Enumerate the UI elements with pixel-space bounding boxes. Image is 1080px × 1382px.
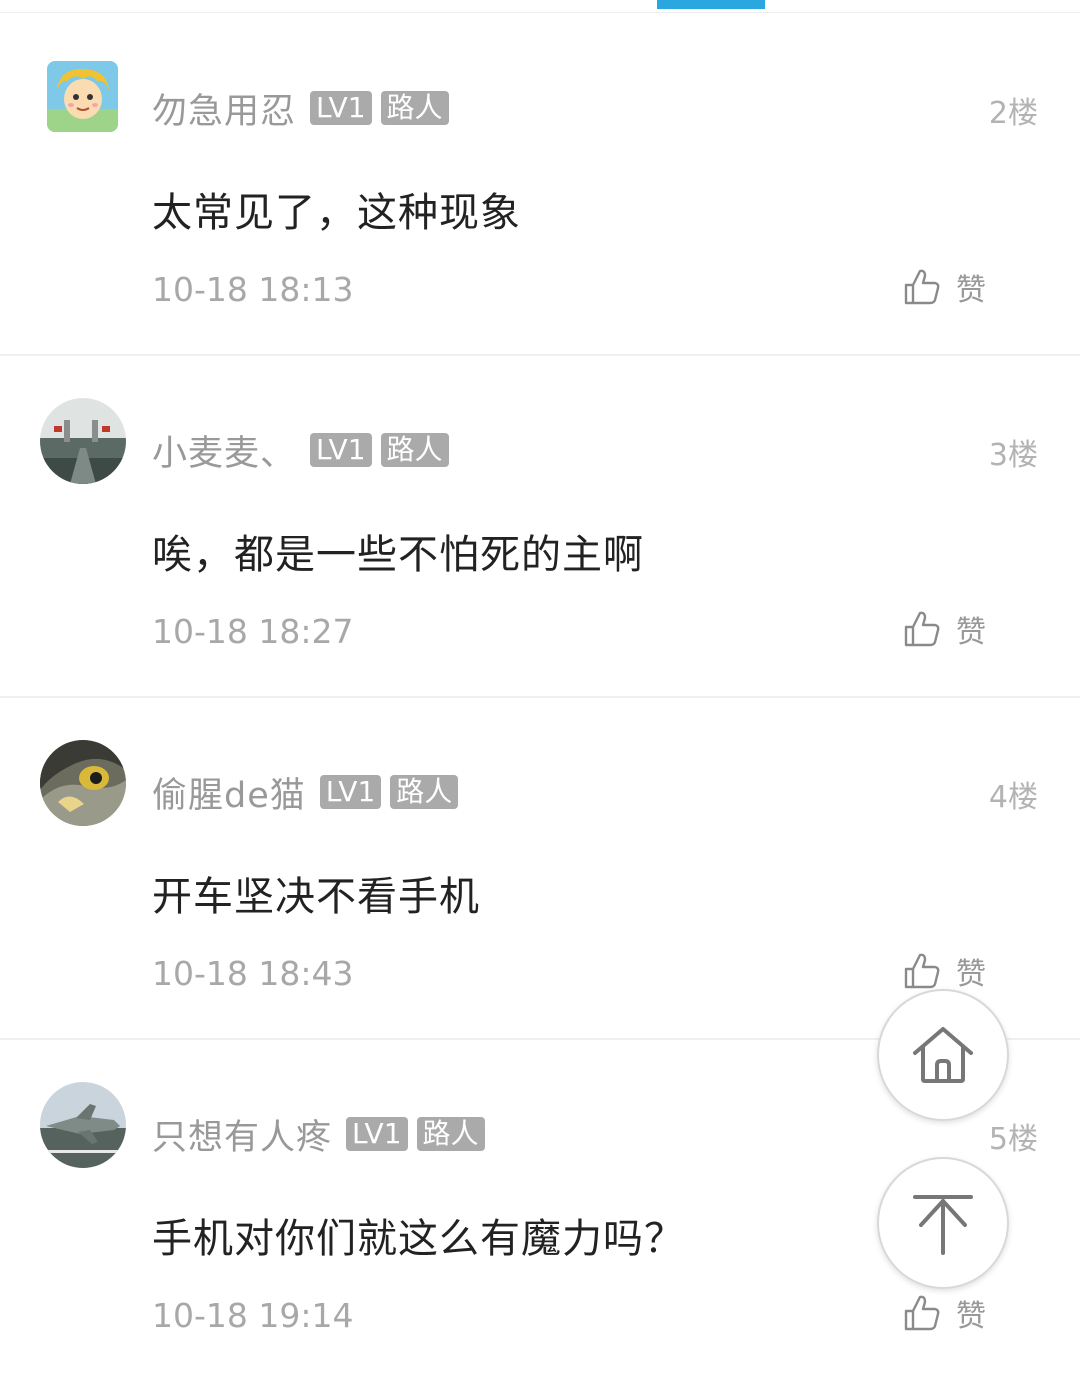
user-line: 勿急用忍 LV1 路人: [152, 88, 458, 132]
level-badge: LV1: [319, 775, 382, 809]
cartoon-face-avatar-icon: [47, 61, 118, 132]
like-label: 赞: [956, 615, 986, 650]
like-button[interactable]: 赞: [902, 1290, 986, 1336]
username[interactable]: 勿急用忍: [152, 83, 296, 134]
jet-avatar-icon: [40, 1082, 126, 1168]
level-badge: LV1: [346, 1117, 408, 1151]
comment-text: 开车坚决不看手机: [152, 874, 480, 920]
floor-number: 4楼: [988, 780, 1038, 815]
home-button[interactable]: [877, 989, 1009, 1121]
avatar[interactable]: [40, 398, 126, 484]
comment-time: 10-18 18:13: [152, 270, 354, 309]
home-icon: [913, 1027, 973, 1083]
user-line: 偷腥de猫 LV1 路人: [152, 772, 467, 816]
top-divider: [0, 12, 1080, 13]
active-tab-indicator: [657, 0, 765, 9]
username[interactable]: 偷腥de猫: [152, 767, 306, 818]
comment-time: 10-18 19:14: [152, 1296, 354, 1335]
role-badge: 路人: [416, 1117, 485, 1151]
like-label: 赞: [956, 273, 986, 308]
comment-item: 小麦麦、 LV1 路人 3楼 唉，都是一些不怕死的主啊 10-18 18:27 …: [0, 356, 1080, 698]
like-label: 赞: [956, 1299, 986, 1334]
floor-number: 5楼: [988, 1122, 1038, 1157]
username[interactable]: 只想有人疼: [152, 1109, 332, 1160]
thumbs-up-icon: [902, 267, 942, 307]
user-line: 只想有人疼 LV1 路人: [152, 1114, 494, 1158]
role-badge: 路人: [390, 775, 459, 809]
role-badge: 路人: [380, 91, 449, 125]
like-button[interactable]: 赞: [902, 948, 986, 994]
comment-item: 偷腥de猫 LV1 路人 4楼 开车坚决不看手机 10-18 18:43 赞: [0, 698, 1080, 1040]
photo-avatar-icon: [40, 398, 126, 484]
thumbs-up-icon: [902, 1293, 942, 1333]
comment-text: 太常见了，这种现象: [152, 190, 521, 236]
like-button[interactable]: 赞: [902, 606, 986, 652]
avatar[interactable]: [47, 61, 118, 132]
level-badge: LV1: [310, 91, 372, 125]
like-label: 赞: [956, 957, 986, 992]
level-badge: LV1: [310, 433, 372, 467]
comment-time: 10-18 18:27: [152, 612, 354, 651]
back-to-top-button[interactable]: [877, 1157, 1009, 1289]
eagle-avatar-icon: [40, 740, 126, 826]
comment-time: 10-18 18:43: [152, 954, 354, 993]
comment-item: 勿急用忍 LV1 路人 2楼 太常见了，这种现象 10-18 18:13 赞: [0, 14, 1080, 356]
back-to-top-icon: [913, 1195, 973, 1255]
comment-text: 手机对你们就这么有魔力吗？: [152, 1216, 685, 1262]
role-badge: 路人: [380, 433, 449, 467]
comment-text: 唉，都是一些不怕死的主啊: [152, 532, 644, 578]
avatar[interactable]: [40, 740, 126, 826]
avatar[interactable]: [40, 1082, 126, 1168]
thumbs-up-icon: [902, 609, 942, 649]
thumbs-up-icon: [902, 951, 942, 991]
user-line: 小麦麦、 LV1 路人: [152, 430, 458, 474]
like-button[interactable]: 赞: [902, 264, 986, 310]
username[interactable]: 小麦麦、: [152, 425, 296, 476]
floor-number: 2楼: [988, 96, 1038, 131]
floor-number: 3楼: [988, 438, 1038, 473]
